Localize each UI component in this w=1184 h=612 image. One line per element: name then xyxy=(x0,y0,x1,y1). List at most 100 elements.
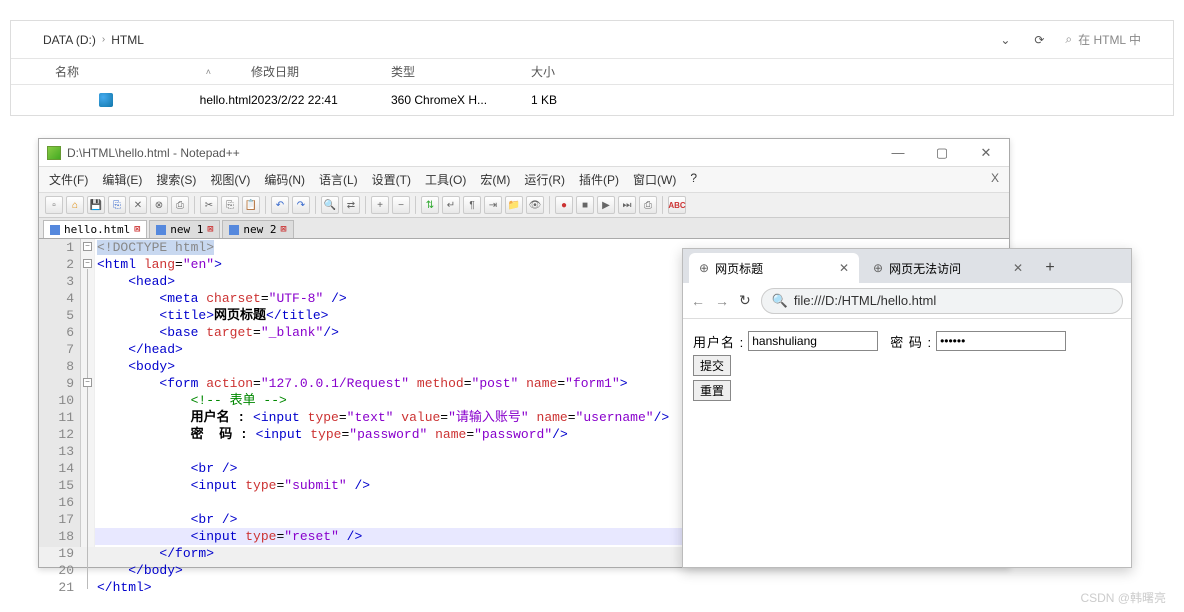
tb-replace-icon[interactable]: ⇄ xyxy=(342,196,360,214)
file-row[interactable]: hello.html 2023/2/22 22:41 360 ChromeX H… xyxy=(11,85,1173,115)
tb-play-icon[interactable]: ▶ xyxy=(597,196,615,214)
tab-close-icon[interactable]: ⊠ xyxy=(134,224,140,235)
menu-macro[interactable]: 宏(M) xyxy=(480,171,510,188)
tb-copy-icon[interactable]: ⎘ xyxy=(221,196,239,214)
tb-playmulti-icon[interactable]: ⏭ xyxy=(618,196,636,214)
tb-zoomout-icon[interactable]: − xyxy=(392,196,410,214)
password-input[interactable] xyxy=(936,331,1066,351)
npp-toolbar: ▫ ⌂ 💾 ⎘ ✕ ⊗ ⎙ ✂ ⎘ 📋 ↶ ↷ 🔍 ⇄ + − ⇅ ↵ ¶ ⇥ … xyxy=(39,193,1009,218)
tb-close-icon[interactable]: ✕ xyxy=(129,196,147,214)
tb-sep xyxy=(365,196,366,214)
tab-new-2[interactable]: new 2⊠ xyxy=(222,220,293,238)
reload-button[interactable]: ↻ xyxy=(739,292,751,309)
tb-allchars-icon[interactable]: ¶ xyxy=(463,196,481,214)
tb-sep xyxy=(315,196,316,214)
url-text: file:///D:/HTML/hello.html xyxy=(794,293,936,308)
file-date: 2023/2/22 22:41 xyxy=(251,93,391,107)
browser-tab-inactive[interactable]: ⊕ 网页无法访问 ✕ xyxy=(863,253,1033,283)
file-explorer: DATA (D:) › HTML ⌄ ⟳ ⌕ 在 HTML 中 名称˄ 修改日期… xyxy=(10,20,1174,116)
menu-close-doc[interactable]: X xyxy=(991,171,999,188)
menu-tools[interactable]: 工具(O) xyxy=(425,171,466,188)
tab-close-icon[interactable]: ✕ xyxy=(839,261,849,275)
tb-stop-icon[interactable]: ■ xyxy=(576,196,594,214)
fold-column[interactable]: − − − xyxy=(81,239,95,547)
tb-wrap-icon[interactable]: ↵ xyxy=(442,196,460,214)
tb-print-icon[interactable]: ⎙ xyxy=(171,196,189,214)
username-input[interactable] xyxy=(748,331,878,351)
tb-sync-icon[interactable]: ⇅ xyxy=(421,196,439,214)
menu-run[interactable]: 运行(R) xyxy=(524,171,565,188)
col-date[interactable]: 修改日期 xyxy=(251,63,391,80)
tb-open-icon[interactable]: ⌂ xyxy=(66,196,84,214)
forward-button[interactable]: → xyxy=(715,293,729,309)
tab-title: 网页标题 xyxy=(715,260,763,277)
tab-new-1[interactable]: new 1⊠ xyxy=(149,220,220,238)
col-name[interactable]: 名称˄ xyxy=(11,63,251,80)
dropdown-icon[interactable]: ⌄ xyxy=(997,32,1013,48)
menu-window[interactable]: 窗口(W) xyxy=(633,171,676,188)
col-size[interactable]: 大小 xyxy=(531,63,611,80)
menu-edit[interactable]: 编辑(E) xyxy=(102,171,142,188)
menu-search[interactable]: 搜索(S) xyxy=(156,171,196,188)
maximize-button[interactable]: ▢ xyxy=(927,145,957,161)
browser-viewport: 用户名 : 密 码 : xyxy=(683,319,1131,417)
tb-sep xyxy=(194,196,195,214)
tb-spellcheck-icon[interactable]: ABC xyxy=(668,196,686,214)
menu-plugins[interactable]: 插件(P) xyxy=(579,171,619,188)
submit-button[interactable] xyxy=(693,355,731,376)
file-type: 360 ChromeX H... xyxy=(391,93,531,107)
tab-close-icon[interactable]: ✕ xyxy=(1013,261,1023,275)
sort-indicator-icon: ˄ xyxy=(206,67,251,77)
file-tab-icon xyxy=(50,225,60,235)
reset-button[interactable] xyxy=(693,380,731,401)
tb-paste-icon[interactable]: 📋 xyxy=(242,196,260,214)
new-tab-button[interactable]: + xyxy=(1037,259,1063,277)
path-folder[interactable]: HTML xyxy=(111,33,144,47)
explorer-columns: 名称˄ 修改日期 类型 大小 xyxy=(11,59,1173,85)
refresh-icon[interactable]: ⟳ xyxy=(1031,32,1047,48)
tb-new-icon[interactable]: ▫ xyxy=(45,196,63,214)
tb-record-icon[interactable]: ● xyxy=(555,196,573,214)
browser-tab-active[interactable]: ⊕ 网页标题 ✕ xyxy=(689,253,859,283)
menu-settings[interactable]: 设置(T) xyxy=(372,171,411,188)
menu-view[interactable]: 视图(V) xyxy=(210,171,250,188)
explorer-breadcrumb[interactable]: DATA (D:) › HTML ⌄ ⟳ ⌕ 在 HTML 中 xyxy=(11,21,1173,59)
menu-file[interactable]: 文件(F) xyxy=(49,171,88,188)
fold-toggle-icon[interactable]: − xyxy=(83,259,92,268)
tb-monitor-icon[interactable]: 👁 xyxy=(526,196,544,214)
path-root[interactable]: DATA (D:) xyxy=(43,33,96,47)
tb-closeall-icon[interactable]: ⊗ xyxy=(150,196,168,214)
menu-help[interactable]: ? xyxy=(690,171,697,188)
address-bar[interactable]: 🔍 file:///D:/HTML/hello.html xyxy=(761,288,1123,314)
search-icon: 🔍 xyxy=(772,293,788,309)
tb-saveall-icon[interactable]: ⎘ xyxy=(108,196,126,214)
file-size: 1 KB xyxy=(531,93,611,107)
path-separator: › xyxy=(102,34,105,45)
back-button[interactable]: ← xyxy=(691,293,705,309)
tb-savemacro-icon[interactable]: ⎙ xyxy=(639,196,657,214)
minimize-button[interactable]: — xyxy=(883,145,913,161)
fold-toggle-icon[interactable]: − xyxy=(83,242,92,251)
tb-sep xyxy=(265,196,266,214)
tb-folder-icon[interactable]: 📁 xyxy=(505,196,523,214)
fold-toggle-icon[interactable]: − xyxy=(83,378,92,387)
npp-titlebar[interactable]: D:\HTML\hello.html - Notepad++ — ▢ ✕ xyxy=(39,139,1009,167)
col-type[interactable]: 类型 xyxy=(391,63,531,80)
tb-zoomin-icon[interactable]: + xyxy=(371,196,389,214)
close-button[interactable]: ✕ xyxy=(971,145,1001,161)
tab-close-icon[interactable]: ⊠ xyxy=(281,224,287,235)
tb-redo-icon[interactable]: ↷ xyxy=(292,196,310,214)
file-tab-icon xyxy=(156,225,166,235)
explorer-search[interactable]: ⌕ 在 HTML 中 xyxy=(1065,31,1141,48)
tb-save-icon[interactable]: 💾 xyxy=(87,196,105,214)
tb-indent-icon[interactable]: ⇥ xyxy=(484,196,502,214)
tb-find-icon[interactable]: 🔍 xyxy=(321,196,339,214)
tb-undo-icon[interactable]: ↶ xyxy=(271,196,289,214)
tab-hello-html[interactable]: hello.html⊠ xyxy=(43,220,147,238)
tab-close-icon[interactable]: ⊠ xyxy=(207,224,213,235)
menu-encoding[interactable]: 编码(N) xyxy=(264,171,305,188)
menu-language[interactable]: 语言(L) xyxy=(319,171,358,188)
tb-cut-icon[interactable]: ✂ xyxy=(200,196,218,214)
watermark: CSDN @韩曙亮 xyxy=(1080,589,1166,606)
tb-sep xyxy=(662,196,663,214)
